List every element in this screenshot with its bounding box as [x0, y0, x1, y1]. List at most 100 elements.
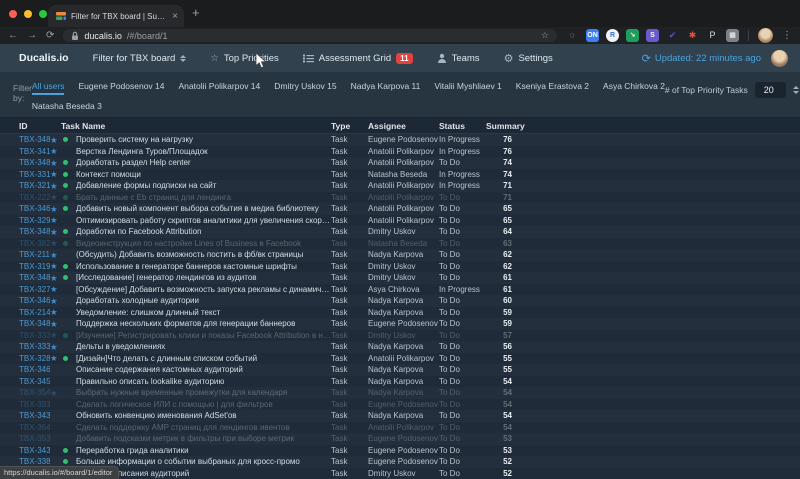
task-id-link[interactable]: TBX-2114 [19, 250, 50, 259]
filter-chip[interactable]: Dmitry Uskov 15 [274, 81, 336, 95]
nav-top-priorities[interactable]: ☆ Top Priorities [210, 53, 278, 64]
user-avatar[interactable] [771, 50, 788, 67]
task-name[interactable]: Брать данные с Eb страниц для лендинга [76, 193, 331, 202]
extension-circle-icon[interactable]: ○ [566, 29, 579, 42]
window-close-button[interactable] [9, 10, 17, 18]
extension-asterisk-icon[interactable]: ✱ [686, 29, 699, 42]
task-name[interactable]: Уведомление: слишком длинный текст [76, 308, 331, 317]
task-id-link[interactable]: TBX-3337 [19, 331, 50, 340]
task-id-link[interactable]: TBX-3532 [19, 434, 50, 443]
table-row[interactable]: TBX-3483 ★ Проверить систему на нагрузку… [0, 134, 800, 146]
filter-chip[interactable]: Anatolii Polikarpov 14 [179, 81, 261, 95]
extension-check-icon[interactable]: ✔ [666, 29, 679, 42]
table-row[interactable]: ★ ь описания аудиторий Task Dmitry Uskov… [0, 468, 800, 479]
task-id-link[interactable]: TBX-3643 [19, 423, 50, 432]
table-row[interactable]: TBX-2229 ★ Брать данные с Eb страниц для… [0, 192, 800, 204]
top-priority-star-icon[interactable]: ★ [50, 308, 63, 317]
column-header-type[interactable]: Type [331, 121, 368, 131]
table-row[interactable]: TBX-3824 ★ Видеоинструкция по настройке … [0, 238, 800, 250]
column-header-task-name[interactable]: Task Name [61, 121, 331, 131]
task-id-link[interactable]: TBX-3482 [19, 273, 50, 282]
task-name[interactable]: Добавление формы подписки на сайт [76, 181, 331, 190]
task-id-link[interactable]: TBX-3489 [19, 227, 50, 236]
browser-profile-avatar[interactable] [758, 28, 773, 43]
task-name[interactable]: Доработать раздел Help center [76, 158, 331, 167]
top-priority-star-icon[interactable]: ★ [50, 228, 63, 237]
top-priority-star-icon[interactable]: ★ [50, 262, 63, 271]
table-row[interactable]: TBX-3489 ★ Доработки по Facebook Attribu… [0, 226, 800, 238]
top-priority-star-icon[interactable]: ★ [50, 389, 63, 398]
filter-chip[interactable]: Natasha Beseda 3 [32, 101, 102, 113]
task-id-link[interactable]: TBX-2147 [19, 308, 50, 317]
table-row[interactable]: TBX-3464 ★ Доработать холодные аудитории… [0, 295, 800, 307]
task-id-link[interactable]: TBX-3216 [19, 181, 50, 190]
top-priority-star-icon[interactable]: ★ [50, 170, 63, 179]
top-priority-star-icon[interactable]: ★ [50, 239, 63, 248]
task-name[interactable]: [Обсуждение] Добавить возможность запуск… [76, 285, 331, 294]
filter-chip[interactable]: All users [32, 81, 65, 95]
task-id-link[interactable]: TBX-3389 [19, 457, 50, 466]
top-priority-star-icon[interactable]: ★ [50, 136, 63, 145]
task-name[interactable]: Сделать поддержку AMP страниц для лендин… [76, 423, 331, 432]
top-priority-star-icon[interactable]: ★ [50, 297, 63, 306]
task-id-link[interactable]: TBX-3483 [19, 135, 50, 144]
task-name[interactable]: Оптимизировать работу скриптов аналитики… [76, 216, 331, 225]
task-name[interactable]: Поддержка нескольких форматов для генера… [76, 319, 331, 328]
top-priority-star-icon[interactable]: ★ [50, 285, 63, 294]
task-name[interactable]: Доработать холодные аудитории [76, 296, 331, 305]
column-header-status[interactable]: Status [439, 121, 486, 131]
top-priority-star-icon[interactable]: ★ [50, 216, 63, 225]
task-id-link[interactable]: TBX-3419 [19, 147, 50, 156]
top-priority-star-icon[interactable]: ★ [50, 274, 63, 283]
filter-chip[interactable]: Vitalii Myshliaev 1 [434, 81, 501, 95]
task-name[interactable]: Использование в генераторе баннеров каст… [76, 262, 331, 271]
top-priority-star-icon[interactable]: ★ [50, 182, 63, 191]
task-name[interactable]: Больше информации о событии выбраных для… [76, 457, 331, 466]
top-priority-star-icon[interactable]: ★ [50, 147, 63, 156]
filter-chip[interactable]: Asya Chirkova 2 [603, 81, 665, 95]
table-row[interactable]: TBX-3289 ★ [Дизайн]Что делать с длинным … [0, 353, 800, 365]
extension-green-arrow-icon[interactable]: ↘ [626, 29, 639, 42]
table-row[interactable]: TBX-3484 ★ Доработать раздел Help center… [0, 157, 800, 169]
task-id-link[interactable]: TBX-3299 [19, 216, 50, 225]
browser-menu-icon[interactable]: ⋮ [782, 30, 792, 41]
top-priority-star-icon[interactable]: ★ [50, 193, 63, 202]
filter-chip[interactable]: Nadya Karpova 11 [351, 81, 421, 95]
task-id-link[interactable]: TBX-3457 [19, 377, 50, 386]
nav-assessment-grid[interactable]: Assessment Grid 11 [303, 53, 413, 64]
table-row[interactable]: TBX-3457 ★ Правильно описать lookalike а… [0, 376, 800, 388]
task-name[interactable]: Правильно описать lookalike аудиторию [76, 377, 331, 386]
tab-close-icon[interactable]: × [172, 11, 178, 22]
table-row[interactable]: TBX-3469 ★ Добавить новый компонент выбо… [0, 203, 800, 215]
task-id-link[interactable]: TBX-3336 [19, 342, 50, 351]
task-id-link[interactable]: TBX-3469 [19, 204, 50, 213]
filter-chip[interactable]: Eugene Podosenov 14 [78, 81, 164, 95]
extension-s-icon[interactable]: S [646, 29, 659, 42]
extension-r-icon[interactable]: R [606, 29, 619, 42]
column-header-assignee[interactable]: Assignee [368, 121, 439, 131]
task-name[interactable]: (Обсудить) Добавить возможность постить … [76, 250, 331, 259]
task-name[interactable]: Переработка грида аналитики [76, 446, 331, 455]
table-row[interactable]: TBX-3337 ★ [Изучение] Регистрировать кли… [0, 330, 800, 342]
table-row[interactable]: TBX-3643 ★ Сделать поддержку AMP страниц… [0, 422, 800, 434]
new-tab-button[interactable]: + [192, 5, 200, 20]
table-row[interactable]: TBX-3389 ★ Больше информации о событии в… [0, 456, 800, 468]
table-row[interactable]: TBX-3462 ★ Описание содержания кастомных… [0, 364, 800, 376]
task-id-link[interactable]: TBX-3549 [19, 388, 50, 397]
task-name[interactable]: Обновить конвенцию именования AdSet'ов [76, 411, 331, 420]
top-priority-star-icon[interactable]: ★ [50, 159, 63, 168]
task-id-link[interactable]: TBX-3462 [19, 365, 50, 374]
nav-settings[interactable]: ⚙ Settings [504, 52, 553, 65]
nav-teams[interactable]: Teams [437, 53, 480, 64]
task-name[interactable]: Добавить подсказки метрик в фильтры при … [76, 434, 331, 443]
task-name[interactable]: Выбрать нужные временные промежутки для … [76, 388, 331, 397]
browser-tab[interactable]: Filter for TBX board | Summary | × [48, 5, 184, 27]
table-row[interactable]: TBX-3433 ★ Обновить конвенцию именования… [0, 410, 800, 422]
column-header-summary[interactable]: Summary [486, 121, 512, 131]
address-bar[interactable]: ducalis.io /#/board/1 ☆ [63, 29, 557, 42]
table-row[interactable]: TBX-3216 ★ Добавление формы подписки на … [0, 180, 800, 192]
table-row[interactable]: TBX-3276 ★ [Обсуждение] Добавить возможн… [0, 284, 800, 296]
task-name[interactable]: Верстка Лендинга Туров/Площадок [76, 147, 331, 156]
task-name[interactable]: [Дизайн]Что делать с длинным списком соб… [76, 354, 331, 363]
table-row[interactable]: TBX-3419 ★ Верстка Лендинга Туров/Площад… [0, 146, 800, 158]
